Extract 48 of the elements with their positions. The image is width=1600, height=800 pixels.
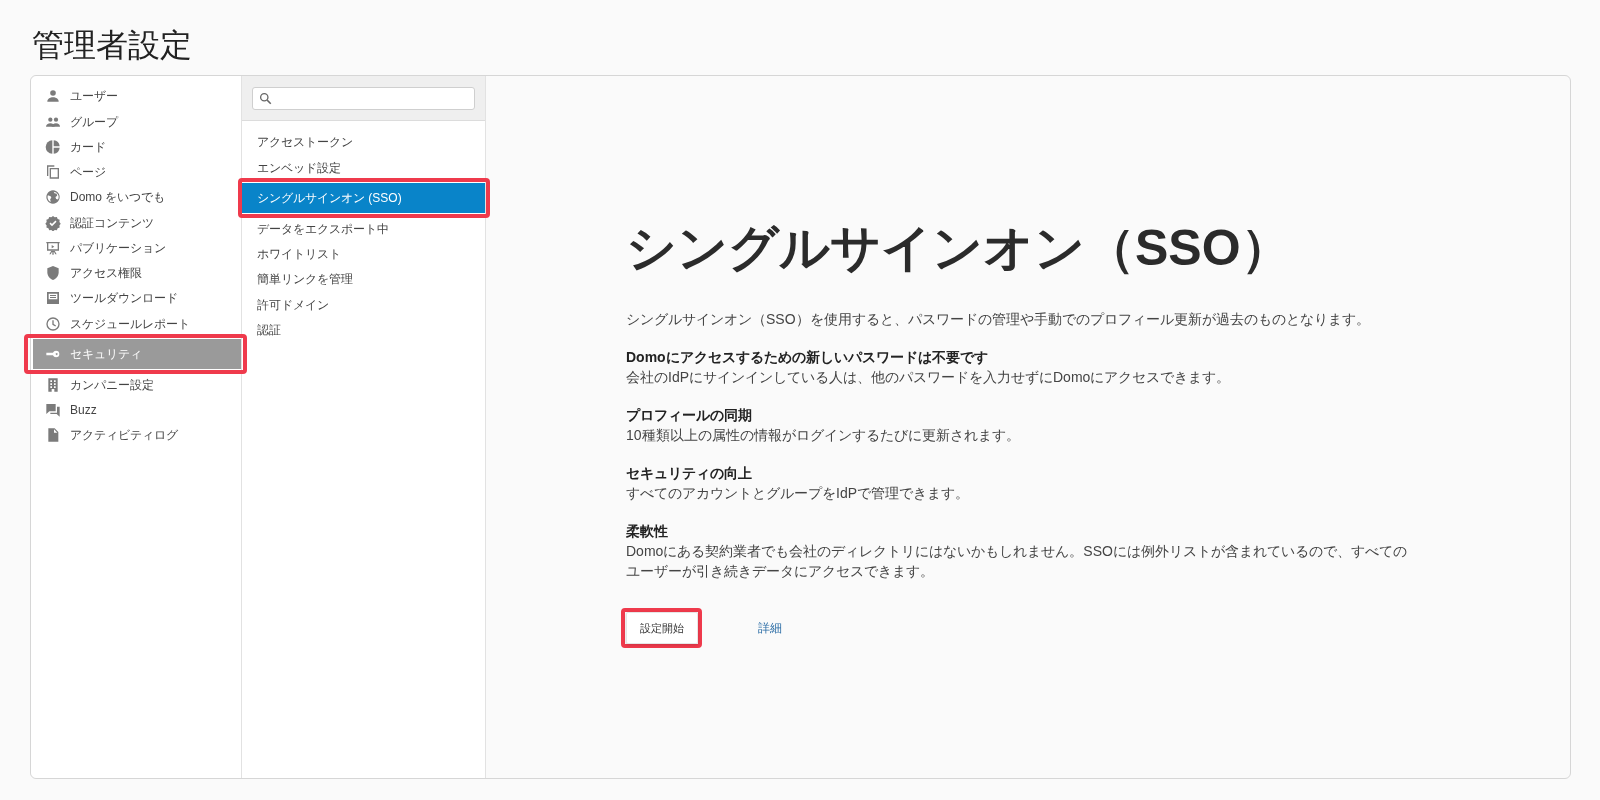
feature-text: 会社のIdPにサインインしている人は、他のパスワードを入力せずにDomoにアクセスできます。 <box>626 368 1232 387</box>
section-heading: シングルサインオン（SSO） <box>626 219 1292 278</box>
intro-text: シングルサインオン（SSO）を使用すると、パスワードの管理や手動でのプロフィール更新が過去のものとなります。 <box>626 310 1371 329</box>
sidebar-item[interactable]: ページ <box>33 162 241 182</box>
document-icon <box>45 427 61 443</box>
feature-text: すべてのアカウントとグループをIdPで管理できます。 <box>626 484 970 503</box>
sidebar-item[interactable]: パブリケーション <box>33 237 241 258</box>
building-icon <box>45 376 61 393</box>
feature-title: プロフィールの同期 <box>626 406 753 425</box>
feature-text: Domoにある契約業者でも会社のディレクトリにはないかもしれません。SSOには例外リストが含まれているので、すべてのユーザーが引き続きデータにアクセスできます。 <box>626 542 1408 581</box>
shield-icon <box>45 265 61 281</box>
submenu-item[interactable]: 簡単リンクを管理 <box>242 269 485 290</box>
inbox-icon <box>45 290 61 307</box>
details-link[interactable]: 詳細 <box>758 619 782 637</box>
submenu-item[interactable]: ホワイトリスト <box>242 244 485 265</box>
sidebar-item[interactable]: グループ <box>33 111 241 132</box>
globe-icon <box>45 189 61 206</box>
sidebar-item[interactable]: Buzz <box>33 399 241 420</box>
sidebar-item[interactable]: Domo をいつでも <box>33 187 241 208</box>
sidebar-item[interactable]: ユーザー <box>33 86 241 107</box>
page-title: 管理者設定 <box>31 26 193 64</box>
submenu-item[interactable]: 認証 <box>242 319 485 340</box>
setup-button[interactable]: 設定開始 <box>626 612 698 644</box>
search-icon <box>259 92 272 105</box>
submenu-item[interactable]: 許可ドメイン <box>242 294 485 315</box>
sidebar-item[interactable]: ツールダウンロード <box>33 288 241 309</box>
feature-title: Domoにアクセスするための新しいパスワードは不要です <box>626 348 989 367</box>
copy-icon <box>45 164 61 180</box>
easel-icon <box>45 239 61 256</box>
submenu-item[interactable]: シングルサインオン (SSO) <box>242 182 485 214</box>
feature-text: 10種類以上の属性の情報がログインするたびに更新されます。 <box>626 426 1021 445</box>
sidebar-item[interactable]: カード <box>33 136 241 157</box>
sidebar-item[interactable]: 認証コンテンツ <box>33 212 241 233</box>
search-field[interactable] <box>252 87 475 110</box>
sidebar-item[interactable]: カンパニー設定 <box>33 374 241 395</box>
feature-title: セキュリティの向上 <box>626 464 753 483</box>
verified-badge-icon <box>45 214 61 231</box>
chat-bubbles-icon <box>45 401 61 418</box>
submenu-item[interactable]: エンベッド設定 <box>242 157 485 178</box>
pie-chart-icon <box>45 138 61 155</box>
sidebar-item[interactable]: スケジュールレポート <box>33 313 241 334</box>
user-icon <box>45 88 61 105</box>
clock-icon <box>45 315 61 332</box>
submenu-item[interactable]: データをエクスポート中 <box>242 218 485 239</box>
sidebar-item[interactable]: アクセス権限 <box>33 263 241 283</box>
submenu-item[interactable]: アクセストークン <box>242 132 485 153</box>
sidebar-item[interactable]: アクティビティログ <box>33 425 241 445</box>
feature-title: 柔軟性 <box>626 522 669 541</box>
